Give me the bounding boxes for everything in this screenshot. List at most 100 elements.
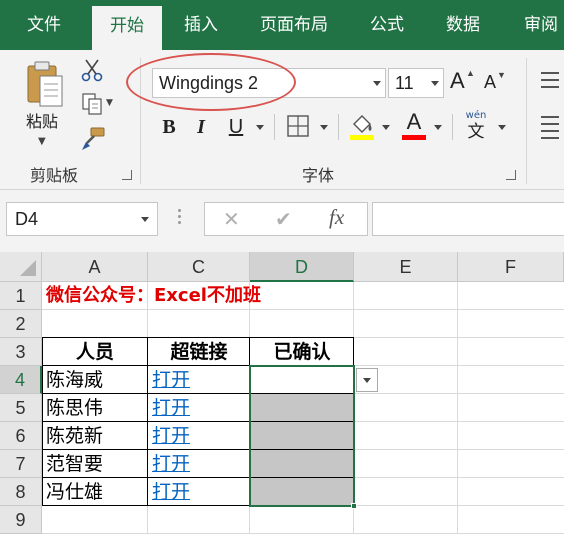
tab-home[interactable]: 开始 [92,6,162,50]
name-box[interactable]: D4 [6,202,158,236]
annotation-oval [126,53,296,111]
hyperlink-cell[interactable]: 打开 [148,450,250,478]
formula-buttons: ✕ ✔ fx [204,202,368,236]
column-header-a[interactable]: A [42,252,148,282]
font-name-dropdown-icon[interactable] [373,81,381,86]
name-box-value: D4 [15,209,39,229]
font-size-dropdown-icon[interactable] [431,81,439,86]
phonetic-guide-button[interactable]: wén 文 [462,110,490,142]
font-size-value: 11 [395,73,414,93]
column-header-f[interactable]: F [458,252,564,282]
shrink-font-button[interactable]: A ▼ [484,70,506,93]
paste-dropdown-icon[interactable]: ▼ [38,136,46,147]
row-header-7[interactable]: 7 [0,450,42,478]
person-cell[interactable]: 陈苑新 [42,422,148,450]
font-color-letter: A [406,109,422,134]
column-header-c[interactable]: C [148,252,250,282]
phonetic-char: 文 [467,122,485,142]
fill-color-icon[interactable] [348,112,376,142]
worksheet-grid[interactable]: A C D E F 1 2 3 4 5 6 7 8 9 微信公众号：Excel不… [0,252,564,534]
table-border [147,338,148,506]
shrink-font-caret-icon: ▼ [497,70,506,80]
font-color-swatch [402,135,426,140]
name-box-dropdown-icon[interactable] [141,217,149,222]
underline-dropdown-icon[interactable] [256,125,264,130]
formula-bar-grip-icon[interactable] [178,209,181,227]
tab-data[interactable]: 数据 [432,0,494,50]
tab-page-layout[interactable]: 页面布局 [248,0,340,50]
column-header-e[interactable]: E [354,252,458,282]
paste-icon [27,61,63,107]
borders-icon[interactable] [286,114,310,138]
row-header-9[interactable]: 9 [0,506,42,534]
italic-button[interactable]: I [190,112,212,142]
row-header-2[interactable]: 2 [0,310,42,338]
cut-icon[interactable] [80,58,104,82]
tab-insert[interactable]: 插入 [170,0,232,50]
borders-dropdown-icon[interactable] [320,125,328,130]
row-header-4[interactable]: 4 [0,366,42,394]
enter-icon[interactable]: ✔ [275,207,292,231]
underline-button[interactable]: U [224,112,248,142]
bold-button[interactable]: B [158,112,180,142]
align-left-icon[interactable] [541,116,559,144]
clipboard-group-label: 剪贴板 [30,166,79,185]
ribbon: 粘贴 ▼ ▼ 剪贴板 Wingdings 2 11 A▲ A▼ B I U [0,50,564,190]
format-painter-icon[interactable] [80,126,106,152]
row-header-5[interactable]: 5 [0,394,42,422]
formula-input[interactable] [372,202,564,236]
copy-dropdown-icon[interactable]: ▼ [106,98,113,108]
shrink-font-label: A [484,72,497,92]
person-cell[interactable]: 陈思伟 [42,394,148,422]
grow-font-button[interactable]: A ▲ [450,68,475,94]
format-separator [452,114,453,140]
cancel-icon[interactable]: ✕ [223,207,240,231]
insert-function-button[interactable]: fx [329,205,344,230]
phonetic-dropdown-icon[interactable] [498,125,506,130]
font-size-combobox[interactable]: 11 [388,68,444,98]
selection-range[interactable] [249,365,355,507]
copy-icon[interactable] [80,92,104,116]
font-color-button[interactable]: A [400,110,428,142]
row-header-6[interactable]: 6 [0,422,42,450]
hyperlink-cell[interactable]: 打开 [148,394,250,422]
clipboard-launcher-icon[interactable] [122,170,132,180]
formula-bar: D4 ✕ ✔ fx [0,190,564,252]
row-header-1[interactable]: 1 [0,282,42,310]
person-cell[interactable]: 冯仕雄 [42,478,148,506]
person-cell[interactable]: 陈海威 [42,366,148,394]
font-launcher-icon[interactable] [506,170,516,180]
tab-review[interactable]: 审阅 [510,0,564,50]
person-cell[interactable]: 范智要 [42,450,148,478]
select-all-button[interactable] [0,252,42,282]
column-header-d[interactable]: D [250,252,354,282]
row-header-8[interactable]: 8 [0,478,42,506]
hyperlink-cell[interactable]: 打开 [148,366,250,394]
format-separator [338,114,339,140]
format-separator [274,114,275,140]
row-header-3[interactable]: 3 [0,338,42,366]
validation-dropdown-icon [363,378,371,383]
ribbon-tab-bar: 文件 开始 插入 页面布局 公式 数据 审阅 [0,0,564,50]
header-confirmed[interactable]: 已确认 [250,338,354,366]
fill-color-dropdown-icon[interactable] [382,125,390,130]
hyperlink-cell[interactable]: 打开 [148,478,250,506]
font-color-dropdown-icon[interactable] [434,125,442,130]
tab-formulas[interactable]: 公式 [356,0,418,50]
fill-handle[interactable] [351,503,357,509]
header-person[interactable]: 人员 [42,338,148,366]
font-group-label: 字体 [302,166,335,185]
header-hyperlink[interactable]: 超链接 [148,338,250,366]
hyperlink-cell[interactable]: 打开 [148,422,250,450]
tab-file[interactable]: 文件 [12,0,76,50]
phonetic-pinyin: wén [465,110,487,121]
paste-label: 粘贴 [26,112,59,131]
table-border [42,338,43,506]
align-top-icon[interactable] [541,72,559,93]
table-border [42,337,354,338]
grow-font-label: A [450,68,465,93]
select-all-icon [20,260,36,276]
validation-dropdown-button[interactable] [356,368,378,392]
sheet-title[interactable]: 微信公众号：Excel不加班 [46,282,466,310]
group-separator [526,58,527,184]
